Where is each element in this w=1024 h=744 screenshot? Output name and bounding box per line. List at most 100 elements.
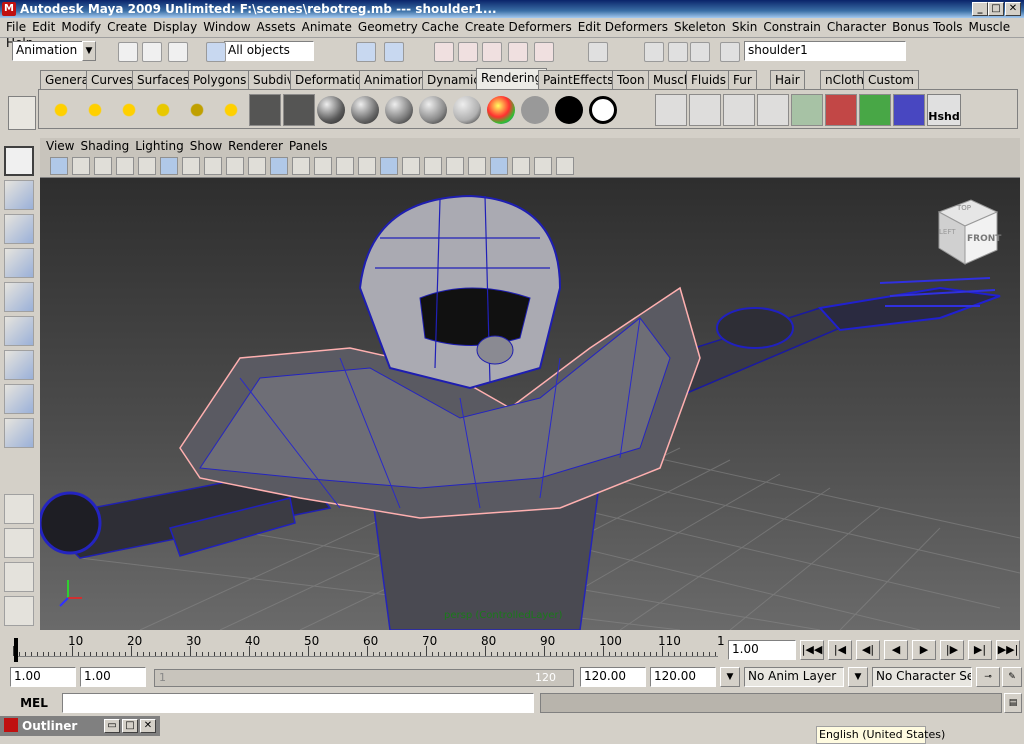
make-light-link-icon[interactable] (859, 94, 891, 126)
start-time-field[interactable]: 1.00 (10, 667, 76, 687)
range-slider[interactable]: 1 120 (154, 669, 574, 687)
xray-joints-icon[interactable] (534, 157, 552, 175)
menu-skin[interactable]: Skin (726, 18, 758, 34)
camera-attributes-icon[interactable] (72, 157, 90, 175)
paint-select-tool-icon[interactable] (4, 214, 34, 244)
single-perspective-layout-icon[interactable] (4, 494, 34, 524)
shadows-icon[interactable] (468, 157, 486, 175)
menu-file[interactable]: File (0, 18, 26, 34)
menu-constrain[interactable]: Constrain (757, 18, 821, 34)
shelf-tab-hair[interactable]: Hair (770, 70, 805, 89)
panel-menu-show[interactable]: Show (190, 138, 222, 153)
lasso-tool-icon[interactable] (4, 180, 34, 210)
playback-start-field[interactable]: 1.00 (80, 667, 146, 687)
render-settings-icon[interactable] (723, 94, 755, 126)
directional-light-icon[interactable] (79, 94, 111, 126)
shelf-tab-rendering[interactable]: Rendering (476, 68, 548, 89)
break-light-link-icon[interactable] (825, 94, 857, 126)
select-camera-icon[interactable] (50, 157, 68, 175)
gray-swatch-icon[interactable] (519, 94, 551, 126)
spot-light-icon[interactable] (147, 94, 179, 126)
go-to-end-icon[interactable]: ▶▶| (996, 640, 1020, 660)
safe-title-icon[interactable] (270, 157, 288, 175)
snap-curve-icon[interactable] (458, 42, 478, 62)
shelf-tab-curves[interactable]: Curves (86, 70, 138, 89)
end-time-field[interactable]: 120.00 (650, 667, 716, 687)
minimize-button[interactable]: _ (972, 2, 988, 16)
panel-menu-shading[interactable]: Shading (80, 138, 129, 153)
field-chart-icon[interactable] (226, 157, 244, 175)
select-tool-icon[interactable] (4, 146, 34, 176)
use-default-material-icon[interactable] (380, 157, 398, 175)
current-frame-field[interactable]: 1.00 (728, 640, 796, 660)
ipr-render-icon[interactable] (689, 94, 721, 126)
render-view-icon[interactable] (588, 42, 608, 62)
safe-action-icon[interactable] (248, 157, 266, 175)
current-time-marker[interactable] (14, 638, 18, 662)
scale-tool-icon[interactable] (4, 316, 34, 346)
lambert-sphere-icon[interactable] (315, 94, 347, 126)
image-plane-icon[interactable] (116, 157, 134, 175)
shelf-tab-toon[interactable]: Toon (612, 70, 650, 89)
command-language-toggle[interactable]: MEL (8, 694, 60, 712)
black-swatch-icon[interactable] (553, 94, 585, 126)
anim-layer-dropdown-icon[interactable]: ▼ (720, 667, 740, 687)
maximize-button[interactable]: □ (988, 2, 1004, 16)
resolution-gate-icon[interactable] (182, 157, 200, 175)
shelf-tab-animation[interactable]: Animation (359, 70, 431, 89)
shaded-wireframe-icon[interactable] (402, 157, 420, 175)
textured-icon[interactable] (424, 157, 442, 175)
area-light-icon[interactable] (181, 94, 213, 126)
paint-brush-icon[interactable] (893, 94, 925, 126)
render-icon[interactable] (644, 42, 664, 62)
key-icon[interactable]: ⊸ (976, 667, 1000, 687)
blinn-sphere-icon[interactable] (349, 94, 381, 126)
menu-animate[interactable]: Animate (296, 18, 352, 34)
menu-assets[interactable]: Assets (251, 18, 296, 34)
menu-character[interactable]: Character (821, 18, 886, 34)
outliner-maximize-button[interactable]: □ (122, 719, 138, 733)
menu-geometry-cache[interactable]: Geometry Cache (352, 18, 459, 34)
play-backwards-icon[interactable]: ◀ (884, 640, 908, 660)
menu-display[interactable]: Display (147, 18, 197, 34)
go-to-start-icon[interactable]: |◀◀ (800, 640, 824, 660)
snap-point-icon[interactable] (482, 42, 502, 62)
xray-icon[interactable] (512, 157, 530, 175)
use-lights-icon[interactable] (446, 157, 464, 175)
isolate-select-icon[interactable] (490, 157, 508, 175)
gate-mask-icon[interactable] (204, 157, 222, 175)
wireframe-icon[interactable] (292, 157, 310, 175)
anim-layer-selector[interactable]: No Anim Layer (744, 667, 844, 687)
ambient-light-icon[interactable] (45, 94, 77, 126)
panel-menu-panels[interactable]: Panels (289, 138, 328, 153)
command-input[interactable] (62, 693, 534, 713)
bookmarks-icon[interactable] (94, 157, 112, 175)
move-tool-icon[interactable] (4, 248, 34, 278)
outliner-window-bar[interactable]: Outliner ▭ □ ✕ (0, 716, 160, 736)
select-component-icon[interactable] (384, 42, 404, 62)
universal-manipulator-icon[interactable] (4, 350, 34, 380)
grid-icon[interactable] (138, 157, 156, 175)
quick-select-field[interactable]: shoulder1 (744, 41, 906, 61)
play-forwards-icon[interactable]: ▶ (912, 640, 936, 660)
open-scene-icon[interactable] (142, 42, 162, 62)
bounding-box-icon[interactable] (358, 157, 376, 175)
character-set-selector[interactable]: No Character Set (872, 667, 972, 687)
four-view-layout-icon[interactable] (4, 528, 34, 558)
time-slider[interactable]: 10 20 30 40 50 60 70 80 90 100 110 1 (10, 634, 725, 664)
show-manipulator-icon[interactable] (4, 418, 34, 448)
save-scene-icon[interactable] (168, 42, 188, 62)
shelf-menu-button[interactable] (8, 96, 36, 130)
panel-menu-renderer[interactable]: Renderer (228, 138, 283, 153)
select-object-icon[interactable] (356, 42, 376, 62)
panel-menu-lighting[interactable]: Lighting (135, 138, 184, 153)
camera-aim-icon[interactable] (283, 94, 315, 126)
select-hierarchy-icon[interactable] (206, 42, 226, 62)
hypershade-icon[interactable] (757, 94, 789, 126)
shelf-tab-custom[interactable]: Custom (863, 70, 919, 89)
shelf-tab-ncloth[interactable]: nCloth (820, 70, 869, 89)
input-ops-icon[interactable] (720, 42, 740, 62)
animation-preferences-icon[interactable]: ✎ (1002, 667, 1022, 687)
flat-shade-icon[interactable] (336, 157, 354, 175)
step-forward-key-icon[interactable]: ▶| (968, 640, 992, 660)
